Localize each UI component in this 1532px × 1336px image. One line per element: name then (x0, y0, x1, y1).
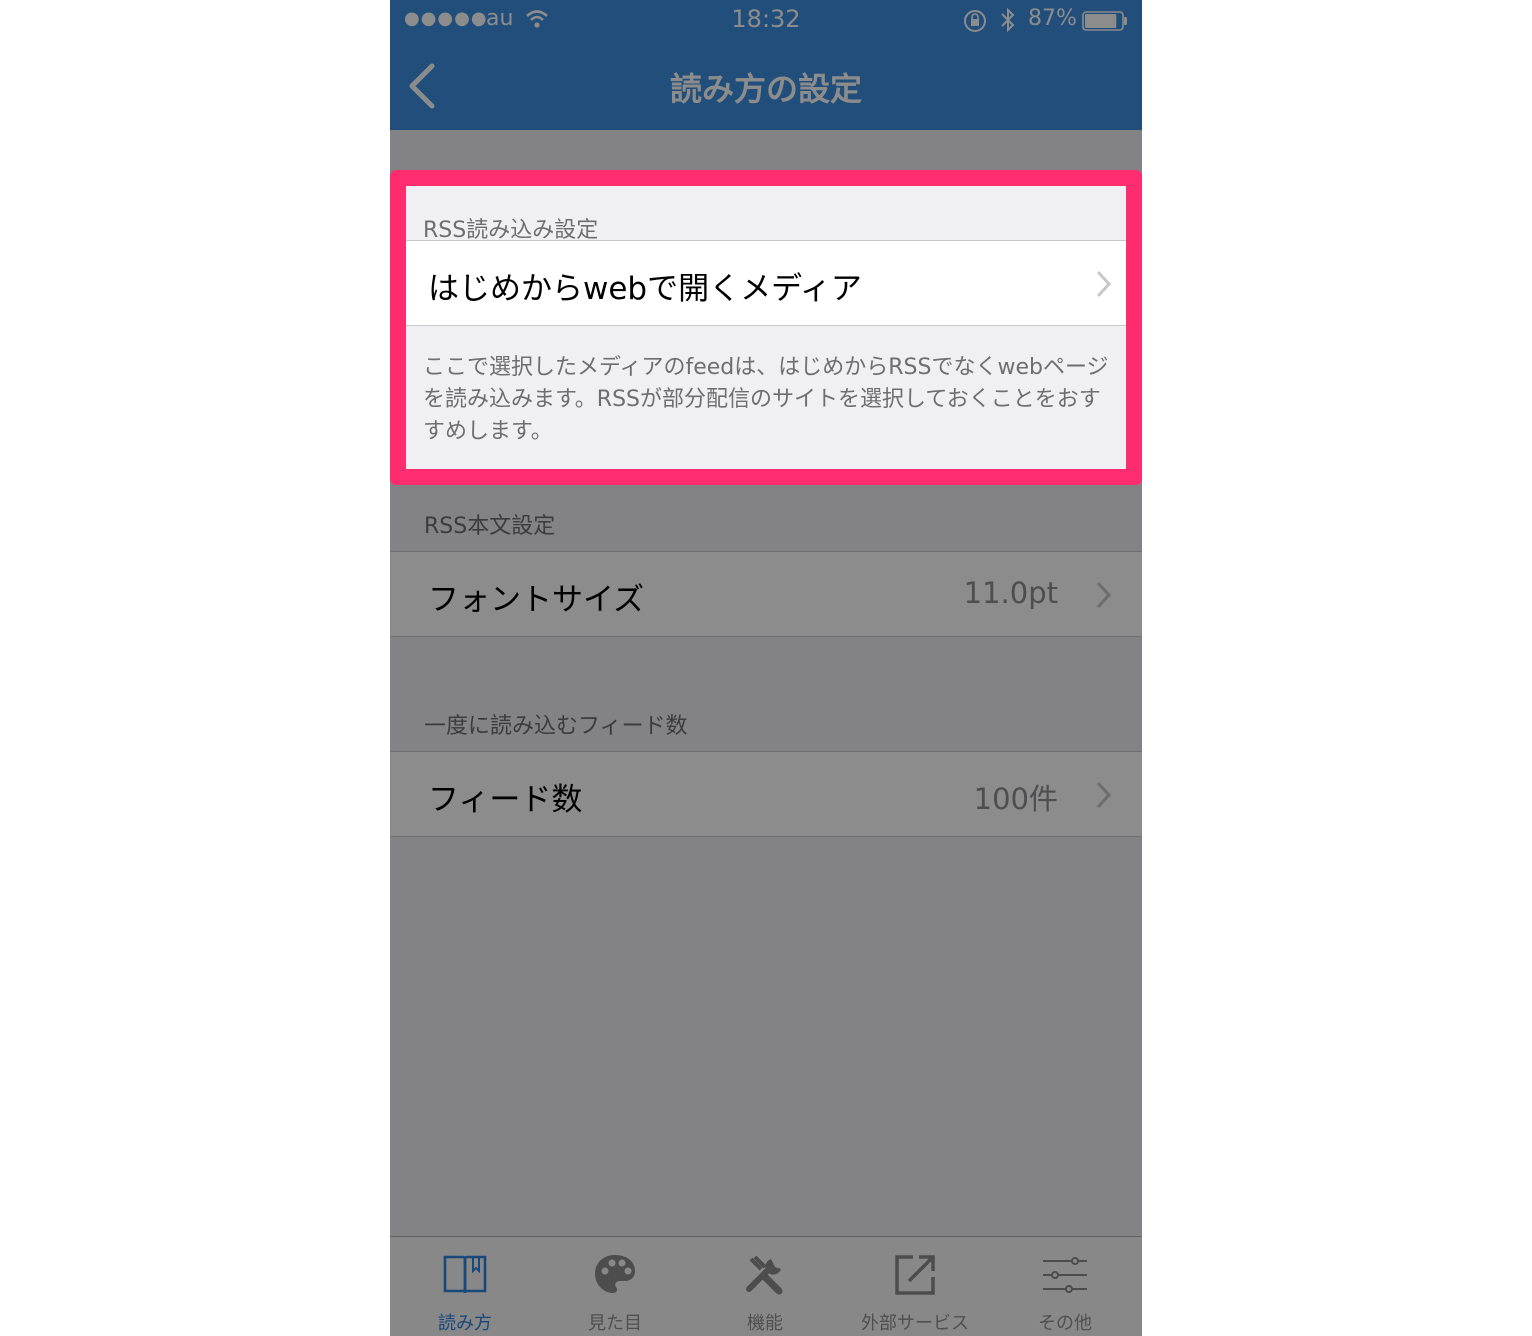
highlighted-section: RSS読み込み設定 はじめからwebで開くメディア ここで選択したメディアのfe… (390, 170, 1142, 485)
open-in-web-media-label: はじめからwebで開くメディア (428, 271, 862, 307)
open-in-web-media-row[interactable]: はじめからwebで開くメディア (406, 240, 1126, 326)
phone-screen: ●●●●● au 18:32 87% 読み方の設定 RSS本文設定 フォントサイ… (390, 0, 1142, 1336)
section-footer-note: ここで選択したメディアのfeedは、はじめからRSSでなくwebページを読み込み… (423, 355, 1109, 444)
chevron-right-icon (1097, 271, 1112, 297)
